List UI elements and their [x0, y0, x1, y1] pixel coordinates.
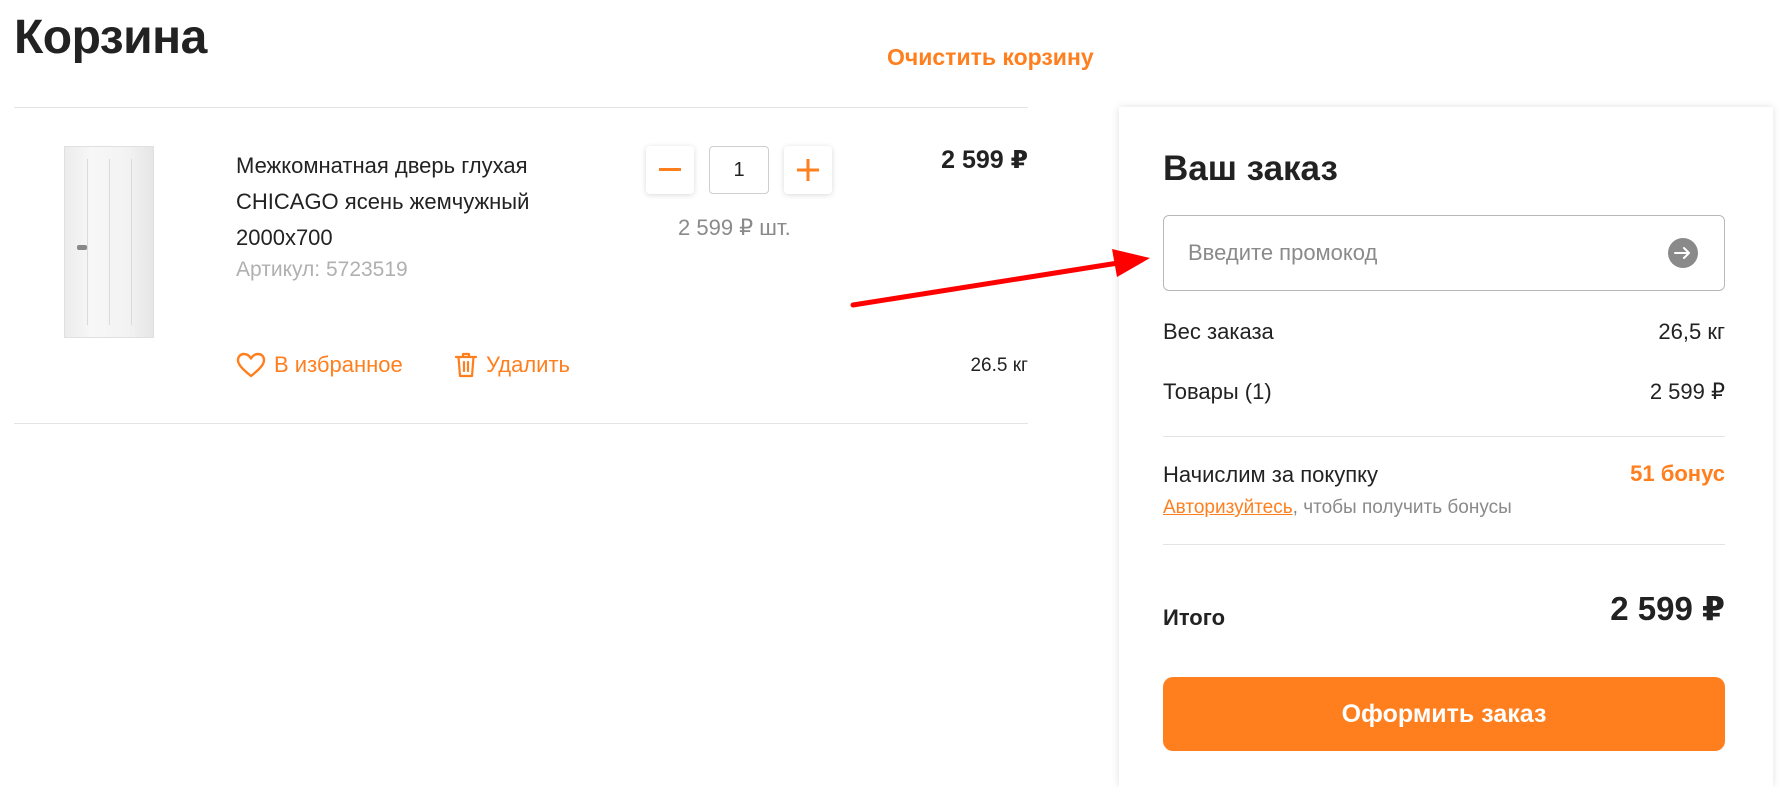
- bonus-hint: Авторизуйтесь, чтобы получить бонусы: [1163, 497, 1512, 519]
- quantity-decrease-button[interactable]: [646, 146, 694, 194]
- item-price: 2 599 ₽: [941, 146, 1028, 174]
- divider: [1163, 436, 1725, 437]
- order-goods-value: 2 599 ₽: [1649, 379, 1725, 404]
- delete-label: Удалить: [486, 352, 570, 377]
- clear-cart-link[interactable]: Очистить корзину: [887, 44, 1094, 71]
- trash-icon: [454, 352, 478, 378]
- delete-item-button[interactable]: Удалить: [454, 352, 570, 378]
- arrow-right-circle-icon: [1674, 247, 1690, 259]
- promo-submit-button[interactable]: [1668, 238, 1698, 268]
- total-label: Итого: [1163, 605, 1226, 630]
- sku-label: Артикул:: [236, 258, 326, 281]
- product-title[interactable]: Межкомнатная дверь глухая CHICAGO ясень …: [236, 148, 596, 256]
- order-goods-row: Товары (1) 2 599 ₽: [1163, 379, 1725, 405]
- minus-icon: [659, 168, 681, 171]
- order-weight-value: 26,5 кг: [1658, 319, 1725, 344]
- add-to-favorites-button[interactable]: В избранное: [236, 352, 403, 378]
- order-weight-row: Вес заказа 26,5 кг: [1163, 319, 1725, 345]
- product-sku: Артикул: 5723519: [236, 258, 408, 282]
- auth-link[interactable]: Авторизуйтесь: [1163, 497, 1293, 518]
- sku-value: 5723519: [325, 258, 408, 281]
- bonus-label: Начислим за покупку: [1163, 462, 1378, 487]
- favorite-label: В избранное: [274, 352, 403, 377]
- plus-icon: [797, 159, 819, 181]
- total-value: 2 599 ₽: [1610, 590, 1725, 627]
- checkout-button[interactable]: Оформить заказ: [1163, 677, 1725, 751]
- page-title: Корзина: [14, 11, 207, 64]
- bonus-value: 51 бонус: [1630, 461, 1725, 486]
- divider: [14, 107, 1028, 108]
- order-title: Ваш заказ: [1163, 149, 1338, 188]
- order-goods-label: Товары (1): [1163, 379, 1272, 404]
- promo-code-input[interactable]: [1164, 216, 1724, 290]
- order-weight-label: Вес заказа: [1163, 319, 1274, 344]
- quantity-input[interactable]: [709, 146, 769, 194]
- item-weight: 26.5 кг: [970, 355, 1028, 376]
- door-handle: [77, 245, 87, 250]
- product-image[interactable]: [64, 146, 154, 338]
- order-summary-panel: Ваш заказ Вес заказа 26,5 кг Товары (1) …: [1119, 107, 1773, 787]
- quantity-increase-button[interactable]: [784, 146, 832, 194]
- divider: [14, 423, 1028, 424]
- heart-icon: [236, 352, 266, 378]
- unit-price: 2 599 ₽ шт.: [678, 215, 791, 240]
- auth-hint-text: , чтобы получить бонусы: [1292, 497, 1512, 518]
- divider: [1163, 544, 1725, 545]
- promo-code-field[interactable]: [1163, 215, 1725, 291]
